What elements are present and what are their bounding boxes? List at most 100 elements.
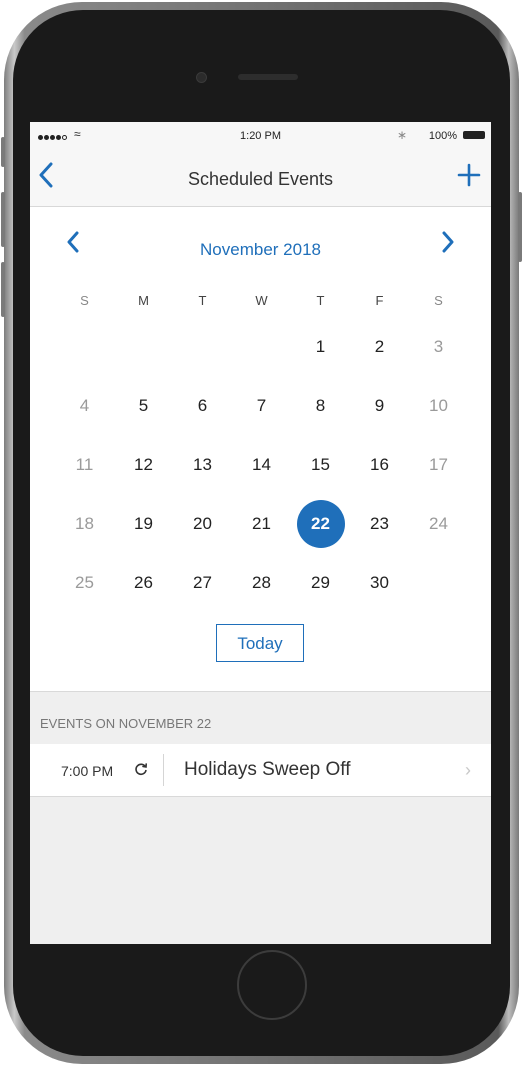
calendar-day-number: 26 (134, 573, 153, 592)
calendar-day[interactable]: 27 (173, 559, 232, 618)
chevron-right-icon (442, 231, 454, 253)
weekday-header: S M T W T F S (55, 287, 469, 323)
calendar-day-number (415, 559, 463, 607)
calendar-weeks: 1 2 3 4 5 6 7 8 9 10 11 12 13 14 15 16 17 18 19 20 21 22 23 24 2… (55, 323, 469, 618)
calendar-day[interactable]: 18 (55, 500, 114, 559)
calendar-empty-cell (409, 559, 468, 618)
calendar-day-number: 10 (429, 396, 448, 415)
calendar-day-number: 2 (374, 337, 385, 356)
calendar-day-number: 13 (193, 455, 212, 474)
bluetooth-icon: ∗ (396, 128, 407, 142)
event-divider (163, 754, 164, 786)
calendar-day[interactable]: 15 (291, 441, 350, 500)
calendar-day[interactable]: 7 (232, 382, 291, 441)
calendar-day-number: 22 (296, 500, 345, 548)
calendar-day-number: 1 (315, 337, 326, 356)
plus-icon (457, 163, 481, 187)
calendar-day-number: 5 (138, 396, 149, 415)
calendar-empty-cell (55, 323, 114, 382)
power-button (518, 192, 522, 262)
calendar-week-row: 1 2 3 (55, 323, 469, 382)
calendar-day[interactable]: 21 (232, 500, 291, 559)
calendar-day[interactable]: 1 (291, 323, 350, 382)
calendar-day[interactable]: 24 (409, 500, 468, 559)
calendar-week-row: 11 12 13 14 15 16 17 (55, 441, 469, 500)
calendar-week-row: 25 26 27 28 29 30 (55, 559, 469, 618)
next-month-button[interactable] (441, 231, 455, 257)
calendar-day-number: 21 (252, 514, 271, 533)
calendar-day-number: 25 (75, 573, 94, 592)
calendar-day-number: 12 (134, 455, 153, 474)
calendar-day-number (61, 323, 109, 371)
calendar-day-number: 11 (75, 455, 94, 474)
calendar-day-number (238, 323, 286, 371)
battery-percent: 100% (428, 130, 457, 142)
calendar-day-number: 20 (193, 514, 212, 533)
calendar-day[interactable]: 12 (114, 441, 173, 500)
weekday-label: S (434, 293, 443, 308)
calendar-day[interactable]: 6 (173, 382, 232, 441)
page-title: Scheduled Events (187, 169, 334, 189)
weekday-label: F (375, 293, 384, 308)
calendar-day[interactable]: 20 (173, 500, 232, 559)
calendar-day[interactable]: 17 (409, 441, 468, 500)
calendar-day[interactable]: 14 (232, 441, 291, 500)
calendar-day[interactable]: 4 (55, 382, 114, 441)
calendar-day[interactable]: 23 (350, 500, 409, 559)
add-event-button[interactable] (457, 160, 481, 192)
calendar-empty-cell (232, 323, 291, 382)
calendar-day[interactable]: 8 (291, 382, 350, 441)
calendar-day-number (120, 323, 168, 371)
calendar-day[interactable]: 2 (350, 323, 409, 382)
calendar-empty-cell (114, 323, 173, 382)
status-time: 1:20 PM (240, 130, 281, 142)
calendar-day-number: 19 (134, 514, 153, 533)
volume-down-button (1, 262, 5, 317)
home-button[interactable] (237, 950, 307, 1020)
calendar: November 2018 S M T W T F S 1 2 3 4 5 6 7 8 9 10 1… (30, 207, 491, 691)
calendar-day-number: 27 (193, 573, 212, 592)
calendar-day[interactable]: 5 (114, 382, 173, 441)
battery-icon (463, 131, 485, 139)
calendar-empty-cell (173, 323, 232, 382)
weekday-label: S (80, 293, 89, 308)
calendar-day[interactable]: 13 (173, 441, 232, 500)
calendar-day-number: 9 (374, 396, 385, 415)
calendar-day-number: 18 (75, 514, 94, 533)
repeat-icon (135, 763, 147, 776)
calendar-day-number: 16 (370, 455, 389, 474)
calendar-day-number: 17 (429, 455, 448, 474)
events-section-header: EVENTS ON NOVEMBER 22 (30, 691, 491, 745)
event-list-item[interactable]: 7:00 PM Holidays Sweep Off › (30, 744, 491, 797)
calendar-day-number: 4 (79, 396, 90, 415)
earpiece-speaker (238, 74, 298, 80)
calendar-day-number: 3 (433, 337, 444, 356)
volume-up-button (1, 192, 5, 247)
weekday-label: T (316, 293, 325, 308)
navigation-bar: Scheduled Events (30, 150, 491, 207)
calendar-day[interactable]: 22 (291, 500, 350, 559)
calendar-day-number: 7 (256, 396, 267, 415)
calendar-day[interactable]: 3 (409, 323, 468, 382)
weekday-label: M (138, 293, 149, 308)
weekday-label: T (198, 293, 207, 308)
calendar-day-number: 15 (311, 455, 330, 474)
calendar-day[interactable]: 11 (55, 441, 114, 500)
calendar-day-number: 28 (252, 573, 271, 592)
calendar-day[interactable]: 30 (350, 559, 409, 618)
calendar-day[interactable]: 19 (114, 500, 173, 559)
calendar-day[interactable]: 10 (409, 382, 468, 441)
calendar-day[interactable]: 26 (114, 559, 173, 618)
front-camera (196, 72, 207, 83)
calendar-day[interactable]: 16 (350, 441, 409, 500)
calendar-day[interactable]: 29 (291, 559, 350, 618)
calendar-day[interactable]: 9 (350, 382, 409, 441)
month-title: November 2018 (200, 240, 321, 259)
calendar-day-number: 30 (370, 573, 389, 592)
today-button[interactable]: Today (216, 624, 304, 662)
calendar-day[interactable]: 28 (232, 559, 291, 618)
calendar-day-number: 23 (370, 514, 389, 533)
weekday-label: W (255, 293, 268, 308)
calendar-day[interactable]: 25 (55, 559, 114, 618)
chevron-right-icon: › (465, 760, 471, 780)
